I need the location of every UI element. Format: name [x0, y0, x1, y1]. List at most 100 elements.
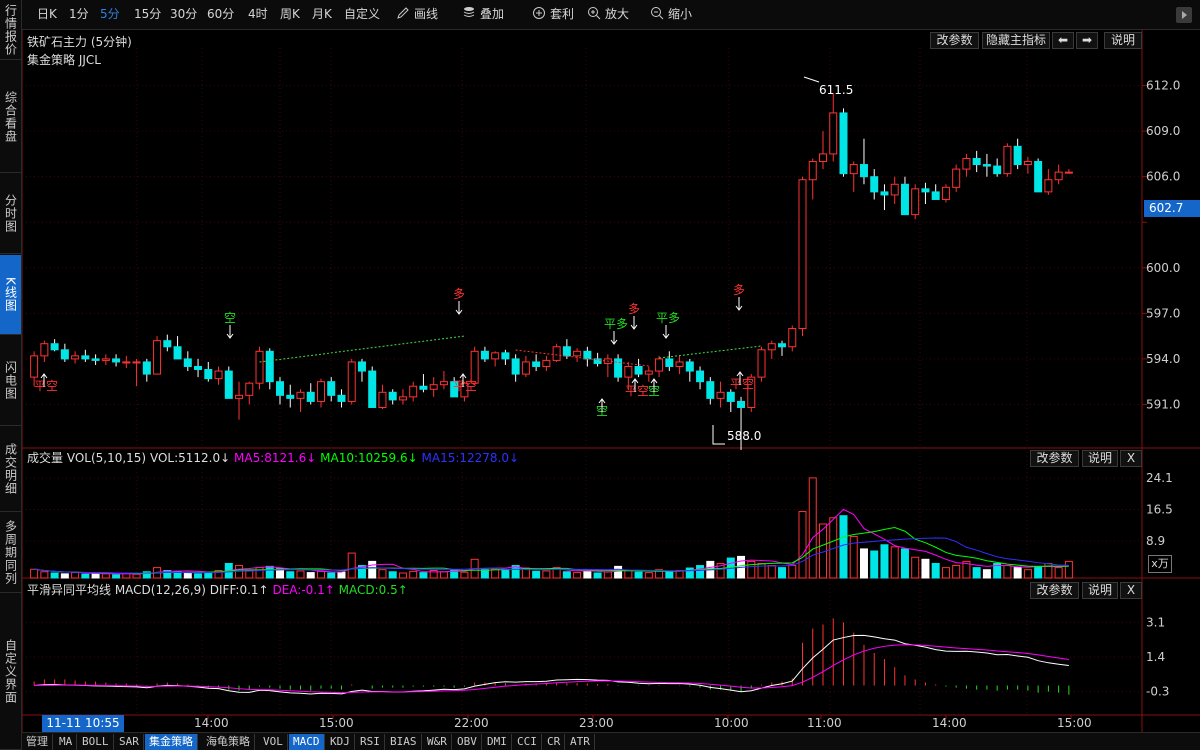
volume-bar — [60, 573, 69, 579]
volume-close-button[interactable]: X — [1120, 450, 1142, 467]
macd-y-tick-label: 1.4 — [1146, 650, 1165, 664]
period-button-12[interactable]: 套利 — [532, 0, 574, 30]
volume-bar — [778, 567, 787, 579]
indicator-tab-15[interactable]: CR — [543, 734, 566, 750]
period-label: 5分 — [100, 7, 120, 21]
volume-bar — [1034, 565, 1043, 579]
hide-indicator-button[interactable]: 隐藏主指标 — [982, 32, 1050, 49]
period-label: 4时 — [248, 7, 268, 21]
indicator-tab-10[interactable]: BIAS — [386, 734, 422, 750]
indicator-tab-5[interactable]: 海龟策略 — [202, 734, 255, 750]
candle-body — [685, 361, 694, 372]
volume-bar — [460, 571, 469, 579]
volume-bar — [870, 550, 879, 579]
period-button-3[interactable]: 15分 — [134, 0, 161, 30]
macd-params-button[interactable]: 改参数 — [1030, 582, 1079, 599]
scroll-right-button[interactable]: ➡ — [1076, 32, 1098, 49]
trade-signal-label: 平空 — [625, 384, 649, 398]
left-tab-4[interactable]: 闪电图 — [0, 336, 21, 426]
arrow-down-icon — [610, 331, 618, 345]
trade-signal-label: 空 — [224, 311, 236, 325]
arbitrage-icon — [532, 2, 546, 19]
volume-bar — [931, 562, 940, 579]
indicator-tab-4[interactable]: 集金策略 — [145, 734, 198, 750]
period-button-0[interactable]: 日K — [37, 0, 57, 30]
period-button-5[interactable]: 60分 — [207, 0, 234, 30]
candle-body — [562, 346, 571, 357]
indicator-tab-3[interactable]: SAR — [115, 734, 144, 750]
volume-bar — [1064, 560, 1073, 579]
volume-bar — [532, 570, 541, 579]
candle-body — [644, 370, 653, 375]
period-button-8[interactable]: 月K — [312, 0, 332, 30]
candle-body — [552, 346, 561, 361]
expand-icon[interactable] — [1176, 7, 1192, 23]
macd-y-tick-label: 3.1 — [1146, 615, 1165, 629]
volume-bar — [91, 572, 100, 579]
period-label: 自定义 — [344, 7, 381, 21]
macd-help-button[interactable]: 说明 — [1082, 582, 1118, 599]
candle-body — [501, 352, 510, 360]
y-tick-label: 612.0 — [1146, 79, 1180, 93]
indicator-tab-2[interactable]: BOLL — [78, 734, 114, 750]
candle-body — [173, 346, 182, 360]
chart-area[interactable]: 612.0 609.0 606.0 600.0 597.0 594.0 591.0 14:00… — [22, 30, 1200, 732]
scroll-left-button[interactable]: ⬅ — [1052, 32, 1074, 49]
period-button-2[interactable]: 5分 — [100, 0, 120, 30]
left-tab-5[interactable]: 成交明细 — [0, 427, 21, 512]
period-button-6[interactable]: 4时 — [248, 0, 268, 30]
indicator-tab-7[interactable]: MACD — [289, 734, 325, 750]
left-tab-2[interactable]: 分时图 — [0, 174, 21, 254]
volume-bar — [30, 568, 39, 579]
left-tab-3[interactable]: K线图 — [0, 255, 21, 335]
diff-value: DIFF:0.1↑ — [209, 583, 269, 597]
indicator-tab-6[interactable]: VOL — [259, 734, 288, 750]
y-tick-label: 594.0 — [1146, 352, 1180, 366]
period-button-7[interactable]: 周K — [280, 0, 300, 30]
candle-body — [532, 361, 541, 367]
trade-signal-label: 多 — [733, 283, 745, 297]
left-tab-1[interactable]: 综合看盘 — [0, 61, 21, 173]
volume-help-button[interactable]: 说明 — [1082, 450, 1118, 467]
candle-body — [30, 355, 39, 378]
indicator-tab-0[interactable]: 管理 — [22, 734, 53, 750]
indicator-tab-8[interactable]: KDJ — [326, 734, 355, 750]
macd-close-button[interactable]: X — [1120, 582, 1142, 599]
pencil-icon — [396, 2, 410, 19]
volume-bar — [132, 573, 141, 579]
period-button-1[interactable]: 1分 — [69, 0, 89, 30]
period-button-13[interactable]: 放大 — [587, 0, 629, 30]
left-tab-7[interactable]: 自定义界面 — [0, 594, 21, 750]
indicator-tab-14[interactable]: CCI — [513, 734, 542, 750]
candle-body — [921, 188, 930, 193]
volume-bar — [982, 569, 991, 579]
left-tab-6[interactable]: 多周期同列 — [0, 513, 21, 593]
indicator-tab-16[interactable]: ATR — [566, 734, 595, 750]
low-price-label: 588.0 — [727, 429, 761, 443]
candle-body — [880, 191, 889, 196]
period-label: 15分 — [134, 7, 162, 21]
volume-params-button[interactable]: 改参数 — [1030, 450, 1079, 467]
period-button-11[interactable]: 叠加 — [462, 0, 504, 30]
trade-signal-label: 平空 — [34, 379, 58, 393]
candle-body — [818, 153, 827, 163]
main-help-button[interactable]: 说明 — [1104, 32, 1142, 49]
period-button-14[interactable]: 缩小 — [650, 0, 692, 30]
candle-body — [255, 350, 264, 384]
indicator-tab-11[interactable]: W&R — [423, 734, 452, 750]
indicator-tab-9[interactable]: RSI — [356, 734, 385, 750]
indicator-tab-13[interactable]: DMI — [483, 734, 512, 750]
main-params-button[interactable]: 改参数 — [930, 32, 979, 49]
candle-body — [737, 400, 746, 408]
indicator-tab-12[interactable]: OBV — [453, 734, 482, 750]
candle-body — [972, 157, 981, 166]
volume-bar — [573, 572, 582, 579]
period-button-4[interactable]: 30分 — [170, 0, 197, 30]
volume-bar — [286, 571, 295, 579]
volume-bar — [624, 570, 633, 579]
period-button-9[interactable]: 自定义 — [344, 0, 380, 30]
left-tab-0[interactable]: 行情报价 — [0, 0, 21, 60]
candle-body — [696, 370, 705, 383]
period-button-10[interactable]: 画线 — [396, 0, 438, 30]
indicator-tab-1[interactable]: MA — [55, 734, 78, 750]
